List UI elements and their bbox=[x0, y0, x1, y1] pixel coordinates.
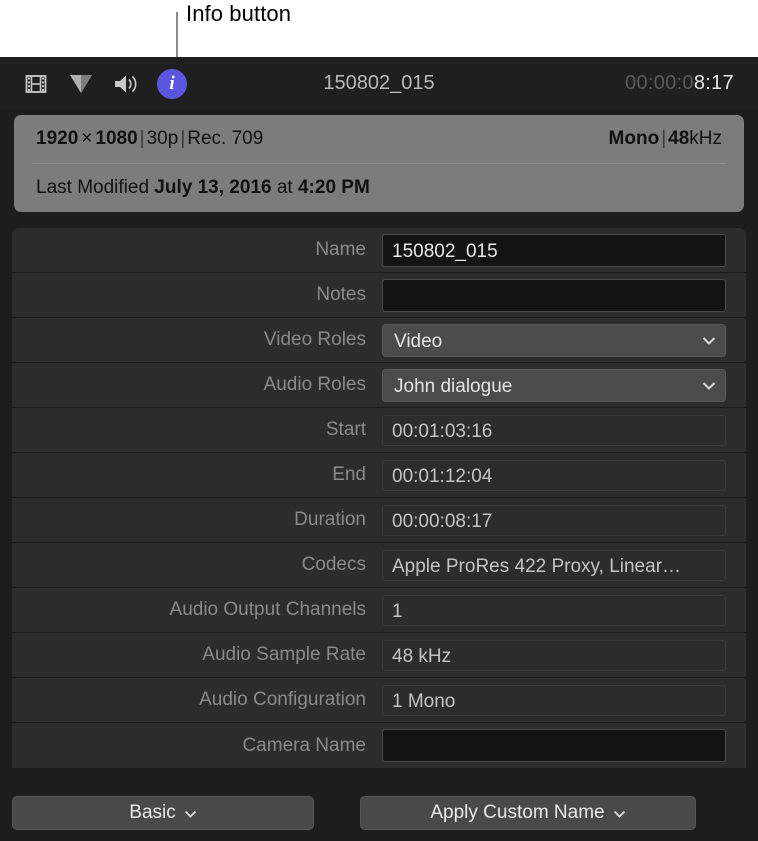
field-label: Codecs bbox=[12, 554, 382, 576]
field-row-codecs: Codecs Apple ProRes 422 Proxy, Linear… bbox=[12, 543, 746, 588]
field-label: Camera Name bbox=[12, 735, 382, 757]
audio-roles-select[interactable]: John dialogue bbox=[382, 369, 726, 402]
modified-prefix: Last Modified bbox=[36, 177, 149, 199]
field-control: Video bbox=[382, 324, 746, 357]
resolution-width: 1920 bbox=[36, 128, 78, 149]
inspector-bottom-bar: Basic Apply Custom Name bbox=[0, 785, 758, 841]
field-control: 48 kHz bbox=[382, 640, 746, 671]
separator-3: | bbox=[659, 128, 668, 149]
separator-2: | bbox=[178, 128, 187, 149]
metadata-modified-row: Last Modified July 13, 2016 at 4:20 PM bbox=[14, 164, 744, 212]
callout-label: Info button bbox=[186, 1, 291, 27]
times-symbol: × bbox=[78, 128, 95, 149]
field-row-audio-output-channels: Audio Output Channels 1 bbox=[12, 588, 746, 633]
timecode-dim-part: 00:00:0 bbox=[625, 72, 694, 94]
field-row-video-roles: Video Roles Video bbox=[12, 318, 746, 363]
field-control: 00:00:08:17 bbox=[382, 505, 746, 536]
field-label: Name bbox=[12, 239, 382, 261]
film-strip-icon[interactable] bbox=[22, 70, 50, 98]
duration-value[interactable]: 00:00:08:17 bbox=[382, 505, 726, 536]
field-label: Notes bbox=[12, 284, 382, 306]
field-label: Start bbox=[12, 419, 382, 441]
audio-roles-value: John dialogue bbox=[394, 376, 512, 397]
sample-rate-number: 48 bbox=[668, 128, 689, 149]
video-roles-value: Video bbox=[394, 331, 442, 352]
inspector-toolbar: i 150802_015 00:00:08:17 bbox=[0, 57, 758, 110]
separator-1: | bbox=[138, 128, 147, 149]
field-row-camera-name: Camera Name bbox=[12, 723, 746, 768]
field-control: 00:01:12:04 bbox=[382, 460, 746, 491]
audio-sample-rate-value[interactable]: 48 kHz bbox=[382, 640, 726, 671]
inspector-window: i 150802_015 00:00:08:17 1920×1080|30p|R… bbox=[0, 57, 758, 841]
inspector-fields-panel: Name 150802_015 Notes Video Roles Video bbox=[12, 228, 746, 768]
metadata-audio-summary: Mono|48kHz bbox=[609, 128, 722, 150]
field-row-audio-roles: Audio Roles John dialogue bbox=[12, 363, 746, 408]
view-mode-button[interactable]: Basic bbox=[12, 796, 314, 830]
field-control bbox=[382, 279, 746, 312]
info-icon[interactable]: i bbox=[157, 69, 187, 99]
annotation-area: Info button bbox=[0, 0, 758, 57]
field-label: End bbox=[12, 464, 382, 486]
inspector-tab-icons: i bbox=[0, 69, 187, 99]
timecode-bright-part: 8:17 bbox=[694, 72, 734, 94]
clip-timecode: 00:00:08:17 bbox=[625, 72, 734, 95]
field-label: Audio Sample Rate bbox=[12, 644, 382, 666]
metadata-summary-panel: 1920×1080|30p|Rec. 709 Mono|48kHz Last M… bbox=[14, 115, 744, 212]
field-label: Duration bbox=[12, 509, 382, 531]
field-label: Audio Configuration bbox=[12, 689, 382, 711]
chevron-down-icon bbox=[702, 369, 716, 402]
apply-custom-name-button[interactable]: Apply Custom Name bbox=[360, 796, 696, 830]
field-row-duration: Duration 00:00:08:17 bbox=[12, 498, 746, 543]
field-control bbox=[382, 729, 746, 762]
callout-leader-line bbox=[176, 12, 178, 57]
end-value[interactable]: 00:01:12:04 bbox=[382, 460, 726, 491]
view-mode-label: Basic bbox=[129, 802, 175, 824]
triangle-marker-icon[interactable] bbox=[67, 70, 95, 98]
frame-rate: 30p bbox=[147, 128, 179, 149]
modified-date: July 13, 2016 bbox=[154, 177, 271, 199]
field-control: 1 Mono bbox=[382, 685, 746, 716]
field-row-audio-sample-rate: Audio Sample Rate 48 kHz bbox=[12, 633, 746, 678]
metadata-format-row: 1920×1080|30p|Rec. 709 Mono|48kHz bbox=[14, 115, 744, 163]
apply-custom-name-label: Apply Custom Name bbox=[430, 802, 604, 824]
audio-configuration-value[interactable]: 1 Mono bbox=[382, 685, 726, 716]
chevron-down-icon bbox=[702, 324, 716, 357]
resolution-height: 1080 bbox=[95, 128, 137, 149]
field-control: John dialogue bbox=[382, 369, 746, 402]
field-row-start: Start 00:01:03:16 bbox=[12, 408, 746, 453]
field-control: 150802_015 bbox=[382, 234, 746, 267]
audio-output-channels-value[interactable]: 1 bbox=[382, 595, 726, 626]
field-row-end: End 00:01:12:04 bbox=[12, 453, 746, 498]
chevron-down-icon bbox=[613, 802, 626, 824]
audio-config-summary: Mono bbox=[609, 128, 660, 149]
metadata-video-summary: 1920×1080|30p|Rec. 709 bbox=[36, 128, 263, 150]
field-row-notes: Notes bbox=[12, 273, 746, 318]
field-label: Audio Roles bbox=[12, 374, 382, 396]
field-label: Audio Output Channels bbox=[12, 599, 382, 621]
name-input[interactable]: 150802_015 bbox=[382, 234, 726, 267]
codecs-value[interactable]: Apple ProRes 422 Proxy, Linear… bbox=[382, 550, 726, 581]
field-control: 1 bbox=[382, 595, 746, 626]
field-label: Video Roles bbox=[12, 329, 382, 351]
field-row-name: Name 150802_015 bbox=[12, 228, 746, 273]
modified-at: at bbox=[277, 177, 293, 199]
start-value[interactable]: 00:01:03:16 bbox=[382, 415, 726, 446]
field-row-audio-configuration: Audio Configuration 1 Mono bbox=[12, 678, 746, 723]
speaker-icon[interactable] bbox=[112, 70, 140, 98]
camera-name-input[interactable] bbox=[382, 729, 726, 762]
video-roles-select[interactable]: Video bbox=[382, 324, 726, 357]
color-space: Rec. 709 bbox=[187, 128, 263, 149]
chevron-down-icon bbox=[184, 802, 197, 824]
field-control: Apple ProRes 422 Proxy, Linear… bbox=[382, 550, 746, 581]
modified-time: 4:20 PM bbox=[298, 177, 370, 199]
field-control: 00:01:03:16 bbox=[382, 415, 746, 446]
sample-rate-unit: kHz bbox=[689, 128, 722, 149]
notes-input[interactable] bbox=[382, 279, 726, 312]
